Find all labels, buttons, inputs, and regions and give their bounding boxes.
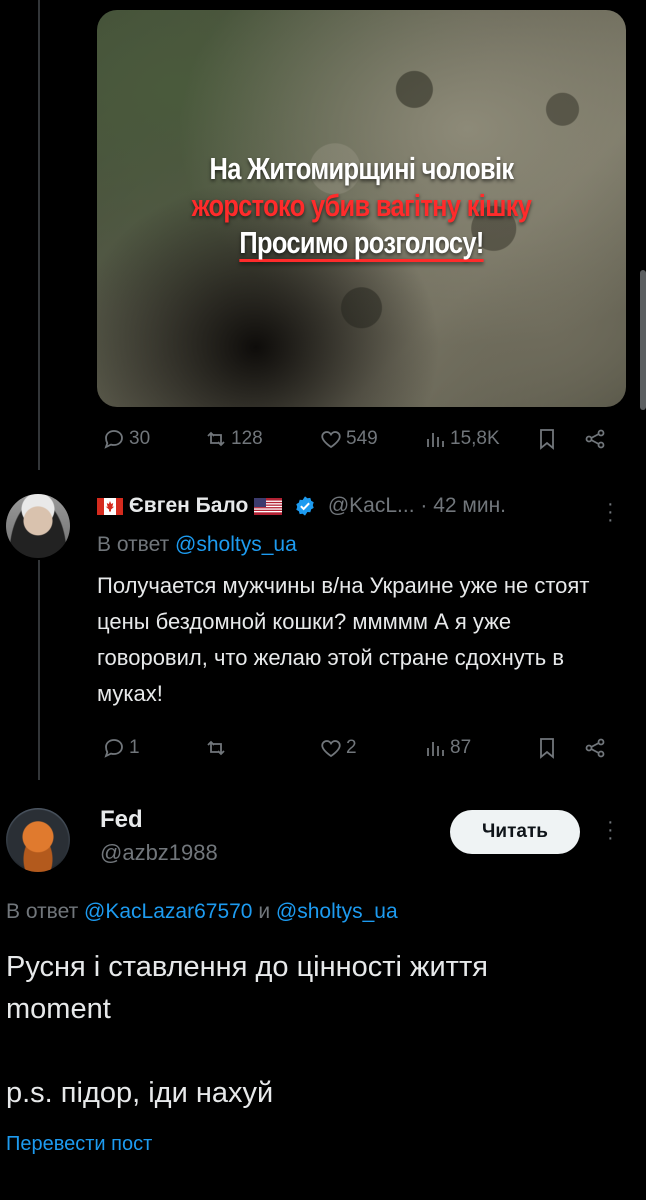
repost-button[interactable] [204, 736, 228, 760]
like-count: 549 [346, 428, 378, 449]
bookmark-icon [540, 738, 554, 759]
thread-connector-line [38, 560, 40, 780]
user-handle[interactable]: @KacL... [328, 494, 415, 517]
bookmark-button[interactable] [535, 427, 559, 451]
translate-post-link[interactable]: Перевести пост [6, 1133, 152, 1156]
mention-link[interactable]: @sholtys_ua [175, 533, 297, 556]
bookmark-button[interactable] [535, 736, 559, 760]
post-timestamp[interactable]: · 42 мин. [420, 494, 506, 517]
like-count: 2 [346, 737, 357, 758]
share-button[interactable] [583, 427, 607, 451]
views-button[interactable]: 87 [423, 736, 471, 760]
like-button[interactable]: 2 [319, 736, 357, 760]
repost-icon [207, 740, 225, 756]
mention-link[interactable]: @sholtys_ua [276, 900, 398, 923]
heart-icon [321, 431, 341, 449]
follow-button[interactable]: Читать [450, 810, 580, 854]
reply-conjunction: и [258, 900, 271, 923]
post-action-bar: 30 128 549 15,8K [97, 427, 626, 457]
reply-context: В ответ @KacLazar67570 и @sholtys_ua [6, 900, 398, 924]
reply-icon [104, 430, 123, 449]
reply-button[interactable]: 30 [102, 427, 150, 451]
usa-flag-icon [254, 497, 283, 515]
like-button[interactable]: 549 [319, 427, 378, 451]
share-button[interactable] [583, 736, 607, 760]
scrollbar-thumb[interactable] [640, 270, 646, 410]
reply-count: 30 [129, 428, 151, 449]
avatar[interactable] [6, 494, 70, 558]
repost-button[interactable]: 128 [204, 427, 263, 451]
heart-icon [321, 740, 341, 758]
thread-connector-line [38, 0, 40, 470]
reply-icon [104, 739, 123, 758]
post-text-line: moment [6, 993, 111, 1025]
repost-icon [207, 431, 225, 447]
reply-button[interactable]: 1 [102, 736, 140, 760]
mention-link[interactable]: @KacLazar67570 [84, 900, 252, 923]
more-options-icon[interactable]: · · · [607, 812, 614, 848]
more-options-icon[interactable]: · · · [607, 494, 614, 530]
reply-author-line: Євген Бало @KacL... · 42 мин. [97, 494, 626, 524]
reply-context: В ответ @sholtys_ua [97, 533, 297, 557]
views-icon [427, 742, 444, 756]
media-caption: На Житомирщині чоловік жорстоко убив ваг… [145, 150, 579, 261]
repost-count: 128 [231, 428, 263, 449]
views-button[interactable]: 15,8K [423, 427, 500, 451]
caption-line-3: Просимо розголосу! [239, 225, 484, 260]
post-text-line: p.s. підор, іди нахуй [6, 1077, 274, 1109]
post-action-bar: 1 2 87 [97, 736, 626, 766]
user-handle[interactable]: @azbz1988 [100, 840, 218, 866]
canada-flag-icon [97, 497, 123, 515]
views-count: 15,8K [450, 428, 500, 449]
share-icon [585, 429, 605, 449]
reply-prefix: В ответ [97, 533, 170, 556]
display-name[interactable]: Fed [100, 806, 143, 834]
post-text-line: Русня і ставлення до цінності життя [6, 951, 488, 983]
reply-prefix: В ответ [6, 900, 79, 923]
views-icon [427, 433, 444, 447]
caption-line-1: На Житомирщині чоловік [209, 151, 515, 186]
post-text: Русня і ставлення до цінності життя mome… [6, 946, 626, 1114]
reply-count: 1 [129, 737, 140, 758]
verified-badge-icon [296, 496, 314, 517]
share-icon [585, 738, 605, 758]
views-count: 87 [450, 737, 472, 758]
post-media-video[interactable]: На Житомирщині чоловік жорстоко убив ваг… [97, 10, 626, 407]
caption-line-2: жорстоко убив вагітну кішку [191, 188, 532, 223]
display-name[interactable]: Євген Бало [129, 494, 248, 517]
post-text: Получается мужчины в/на Украине уже не с… [97, 573, 590, 706]
bookmark-icon [540, 429, 554, 450]
avatar[interactable] [6, 808, 70, 872]
